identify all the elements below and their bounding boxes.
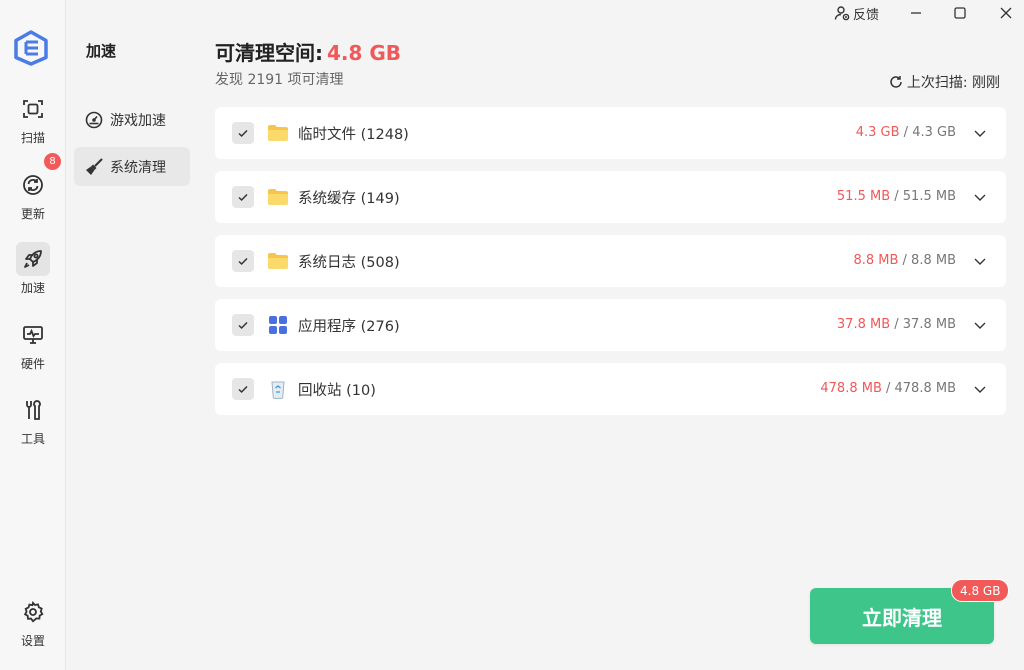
total-size: 8.8 MB (911, 253, 956, 268)
category-row-system-logs[interactable]: 系统日志 (508) 8.8 MB / 8.8 MB (215, 235, 1006, 287)
chevron-down-icon[interactable] (972, 381, 988, 397)
category-name: 系统缓存 (149) (298, 191, 400, 207)
rail-label-settings: 设置 (20, 634, 45, 648)
subnav-item-system-clean[interactable]: 系统清理 (74, 147, 190, 186)
subnav-title: 加速 (86, 42, 117, 60)
category-row-recycle-bin[interactable]: 回收站 (10) 478.8 MB / 478.8 MB (215, 363, 1006, 415)
size-separator: / (890, 189, 903, 204)
rail-label-update: 更新 (20, 207, 45, 221)
secondary-nav: 加速 游戏加速 系统清理 (66, 0, 200, 670)
size-separator: / (899, 125, 913, 140)
category-checkbox[interactable] (232, 378, 254, 400)
chevron-down-icon[interactable] (972, 189, 988, 205)
feedback-button[interactable]: 反馈 (834, 4, 880, 23)
category-row-system-cache[interactable]: 系统缓存 (149) 51.5 MB / 51.5 MB (215, 171, 1006, 223)
app-logo-icon (14, 30, 48, 66)
checkmark-icon (238, 193, 248, 202)
update-count-badge: 8 (44, 153, 61, 170)
rocket-icon (16, 242, 50, 276)
gear-icon (16, 595, 50, 629)
category-size: 4.3 GB / 4.3 GB (856, 125, 956, 140)
category-row-applications[interactable]: 应用程序 (276) 37.8 MB / 37.8 MB (215, 299, 1006, 351)
folder-icon (267, 186, 289, 208)
minimize-icon (911, 12, 921, 14)
category-row-temp-files[interactable]: 临时文件 (1248) 4.3 GB / 4.3 GB (215, 107, 1006, 159)
checkmark-icon (238, 257, 248, 266)
category-checkbox[interactable] (232, 122, 254, 144)
refresh-icon (890, 76, 902, 88)
rail-item-tools[interactable]: 工具 (11, 393, 55, 447)
monitor-icon (16, 318, 50, 352)
rail-item-update[interactable]: 更新 (11, 168, 55, 222)
speedometer-icon (84, 110, 104, 130)
category-size: 8.8 MB / 8.8 MB (853, 253, 956, 268)
total-size: 37.8 MB (902, 317, 956, 332)
rail-label-hardware: 硬件 (20, 357, 45, 371)
rail-item-hardware[interactable]: 硬件 (11, 318, 55, 372)
feedback-label: 反馈 (853, 7, 880, 23)
apps-grid-icon (267, 314, 289, 336)
selected-size: 478.8 MB (820, 381, 882, 396)
subnav-label-game-boost: 游戏加速 (110, 112, 166, 129)
category-checkbox[interactable] (232, 186, 254, 208)
rail-label-boost: 加速 (20, 281, 45, 295)
broom-icon (84, 157, 104, 177)
scan-icon (16, 92, 50, 126)
close-button[interactable] (994, 3, 1018, 23)
category-checkbox[interactable] (232, 314, 254, 336)
recycle-bin-icon (267, 378, 289, 400)
folder-icon (267, 250, 289, 272)
category-name: 应用程序 (276) (298, 319, 400, 335)
rail-item-settings[interactable]: 设置 (11, 595, 55, 649)
chevron-down-icon[interactable] (972, 253, 988, 269)
selected-size: 37.8 MB (836, 317, 891, 332)
category-name: 系统日志 (508) (298, 255, 400, 271)
chevron-down-icon[interactable] (972, 317, 988, 333)
total-size: 478.8 MB (894, 381, 956, 396)
checkmark-icon (238, 321, 248, 330)
tools-icon (16, 393, 50, 427)
selected-size: 4.3 GB (855, 125, 900, 140)
rail-label-scan: 扫描 (20, 131, 45, 145)
close-icon (1000, 7, 1012, 19)
refresh-icon (16, 168, 50, 202)
rail-item-boost[interactable]: 加速 (11, 242, 55, 296)
category-size: 51.5 MB / 51.5 MB (837, 189, 956, 204)
subnav-label-system-clean: 系统清理 (110, 159, 166, 176)
rail-item-scan[interactable]: 扫描 (11, 92, 55, 146)
selected-size: 8.8 MB (853, 253, 899, 268)
category-name: 回收站 (10) (298, 383, 376, 399)
maximize-button[interactable] (948, 3, 972, 23)
size-separator: / (881, 381, 895, 396)
size-separator: / (898, 253, 912, 268)
folder-icon (267, 122, 289, 144)
page-title: 可清理空间: 4.8 GB (215, 37, 401, 66)
category-name: 临时文件 (1248) (298, 127, 409, 143)
left-rail: 扫描 更新 8 加速 硬件 工具 设置 (0, 0, 66, 670)
page-title-label: 可清理空间: (215, 41, 323, 65)
rescan-button[interactable]: 上次扫描: 刚刚 (889, 72, 1000, 92)
category-checkbox[interactable] (232, 250, 254, 272)
checkmark-icon (238, 385, 248, 394)
minimize-button[interactable] (904, 3, 928, 23)
selected-size: 51.5 MB (836, 189, 891, 204)
total-size: 51.5 MB (902, 189, 956, 204)
maximize-icon (954, 7, 966, 19)
clean-size-badge: 4.8 GB (951, 579, 1010, 602)
last-scan-label: 上次扫描: 刚刚 (906, 75, 1000, 91)
size-separator: / (890, 317, 903, 332)
total-size: 4.3 GB (912, 125, 956, 140)
user-feedback-icon (834, 6, 850, 21)
category-size: 37.8 MB / 37.8 MB (837, 317, 956, 332)
category-size: 478.8 MB / 478.8 MB (820, 381, 956, 396)
subnav-item-game-boost[interactable]: 游戏加速 (74, 100, 190, 139)
checkmark-icon (238, 129, 248, 138)
chevron-down-icon[interactable] (972, 125, 988, 141)
cleanable-size: 4.8 GB (327, 41, 402, 65)
found-items-summary: 发现 2191 项可清理 (215, 72, 344, 88)
rail-label-tools: 工具 (20, 432, 45, 446)
